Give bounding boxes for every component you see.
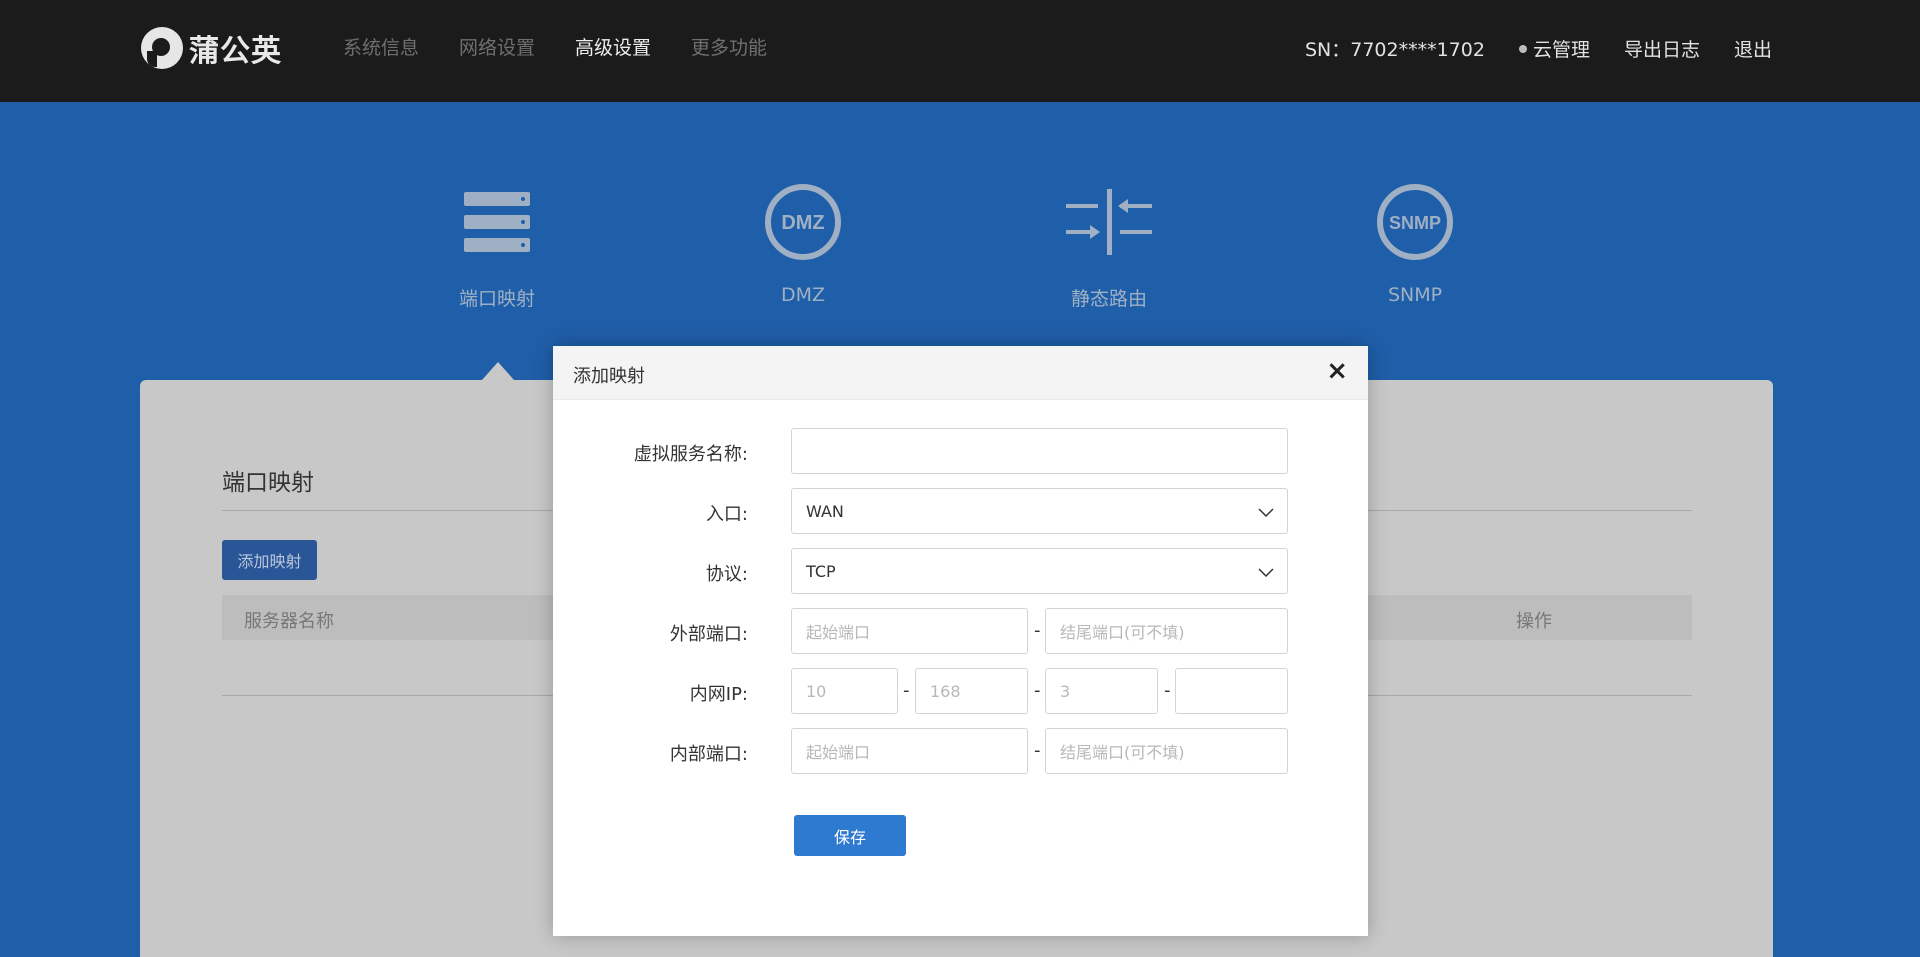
internal-port-end-input[interactable]: 结尾端口(可不填) [1045, 728, 1288, 774]
feature-snmp-label: SNMP [1387, 284, 1443, 306]
entry-select[interactable]: WAN [791, 488, 1288, 534]
nav-item-system-info[interactable]: 系统信息 [343, 33, 419, 60]
row-lan-ip: 内网IP: 10 - 168 - 3 - [553, 668, 1368, 714]
cloud-manage-link[interactable]: 云管理 [1518, 35, 1590, 62]
protocol-select[interactable]: TCP [791, 548, 1288, 594]
external-port-end-input[interactable]: 结尾端口(可不填) [1045, 608, 1288, 654]
internal-port-label: 内部端口: [669, 744, 748, 765]
svg-text:SNMP: SNMP [1389, 213, 1441, 233]
row-internal-port: 内部端口: 起始端口 - 结尾端口(可不填) [553, 728, 1368, 774]
dmz-circle-icon: DMZ [765, 184, 841, 260]
export-log-link[interactable]: 导出日志 [1624, 35, 1700, 62]
status-dot-icon [1518, 44, 1527, 53]
protocol-value: TCP [806, 561, 836, 581]
panel-title: 端口映射 [222, 470, 314, 496]
lan-ip-octet-4[interactable] [1175, 668, 1288, 714]
snmp-circle-icon: SNMP [1377, 184, 1453, 260]
row-service-name: 虚拟服务名称: [553, 428, 1368, 474]
logout-link[interactable]: 退出 [1734, 35, 1772, 62]
lan-ip-label: 内网IP: [689, 684, 748, 705]
dandelion-logo-icon [141, 27, 183, 69]
protocol-label: 协议: [705, 564, 748, 585]
external-port-label: 外部端口: [669, 624, 748, 645]
entry-value: WAN [806, 501, 844, 521]
ip-dash: - [1034, 680, 1041, 701]
svg-text:DMZ: DMZ [781, 212, 824, 234]
nav-item-advanced-settings[interactable]: 高级设置 [575, 33, 651, 60]
row-entry: 入口: WAN [553, 488, 1368, 534]
range-dash: - [1034, 740, 1041, 761]
range-dash: - [1034, 620, 1041, 641]
nav-item-network-settings[interactable]: 网络设置 [459, 33, 535, 60]
feature-dmz-label: DMZ [780, 284, 826, 306]
feature-dmz[interactable]: DMZ DMZ [723, 182, 883, 306]
chevron-down-icon [1258, 508, 1274, 518]
service-name-input[interactable] [791, 428, 1288, 474]
lan-ip-octet-3[interactable]: 3 [1045, 668, 1158, 714]
ip-dash: - [903, 680, 910, 701]
dialog-header: 添加映射 × [553, 346, 1368, 400]
column-server-name: 服务器名称 [244, 611, 334, 632]
active-tab-pointer [482, 362, 514, 380]
chevron-down-icon [1258, 568, 1274, 578]
row-external-port: 外部端口: 起始端口 - 结尾端口(可不填) [553, 608, 1368, 654]
brand-name: 蒲公英 [189, 34, 282, 69]
dialog-title: 添加映射 [573, 366, 645, 387]
save-button[interactable]: 保存 [794, 815, 906, 856]
feature-band: 端口映射 DMZ DMZ 静态路由 SNMP SNMP [0, 102, 1920, 382]
feature-static-route[interactable]: 静态路由 [1029, 182, 1189, 311]
top-bar: 蒲公英 系统信息 网络设置 高级设置 更多功能 SN：7702****1702 … [0, 0, 1920, 102]
feature-port-mapping-label: 端口映射 [458, 288, 535, 310]
nav-item-more-features[interactable]: 更多功能 [691, 33, 767, 60]
static-route-icon [1066, 189, 1152, 255]
row-protocol: 协议: TCP [553, 548, 1368, 594]
cloud-manage-label: 云管理 [1532, 39, 1590, 61]
feature-static-route-label: 静态路由 [1070, 288, 1147, 310]
service-name-label: 虚拟服务名称: [633, 444, 748, 465]
feature-snmp[interactable]: SNMP SNMP [1335, 182, 1495, 306]
entry-label: 入口: [705, 504, 748, 525]
lan-ip-octet-1[interactable]: 10 [791, 668, 898, 714]
internal-port-start-input[interactable]: 起始端口 [791, 728, 1028, 774]
brand-logo[interactable]: 蒲公英 [141, 26, 282, 70]
add-mapping-dialog: 添加映射 × 虚拟服务名称: 入口: WAN 协议: TCP 外部端口: 起始端… [553, 346, 1368, 936]
close-icon[interactable]: × [1326, 356, 1348, 386]
lan-ip-octet-2[interactable]: 168 [915, 668, 1028, 714]
header-right: SN：7702****1702 云管理 导出日志 退出 [1305, 35, 1772, 62]
feature-port-mapping[interactable]: 端口映射 [417, 182, 577, 311]
column-operations: 操作 [1516, 611, 1552, 632]
external-port-start-input[interactable]: 起始端口 [791, 608, 1028, 654]
server-stack-icon [464, 192, 530, 252]
ip-dash: - [1164, 680, 1171, 701]
serial-number: SN：7702****1702 [1304, 39, 1485, 61]
add-mapping-button[interactable]: 添加映射 [222, 540, 317, 580]
main-nav: 系统信息 网络设置 高级设置 更多功能 [343, 33, 767, 60]
